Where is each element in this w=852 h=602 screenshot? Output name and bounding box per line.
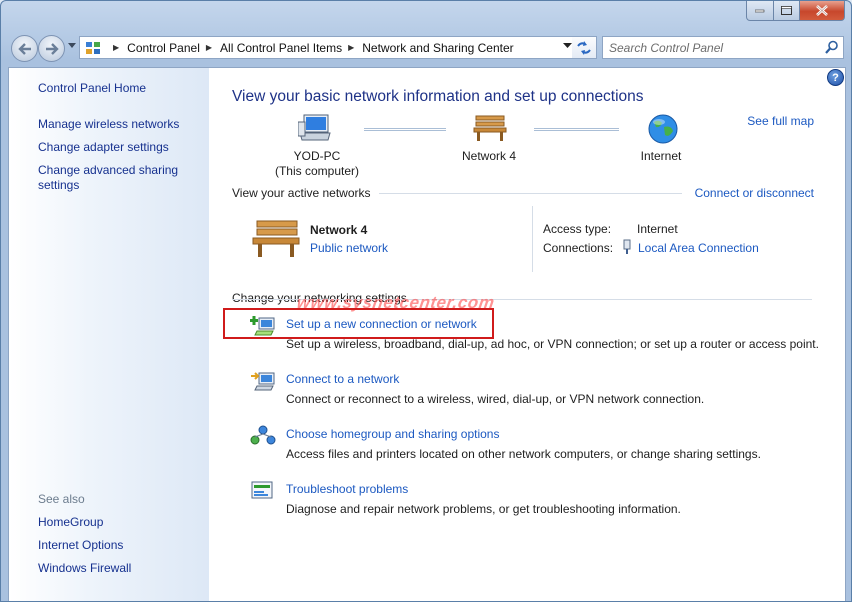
- search-input[interactable]: [603, 39, 816, 56]
- forward-button[interactable]: [38, 35, 65, 62]
- breadcrumb-all-items[interactable]: All Control Panel Items: [220, 41, 342, 55]
- search-box[interactable]: [602, 36, 844, 59]
- maximize-icon: [781, 6, 792, 15]
- minimize-icon: [755, 9, 765, 12]
- computer-icon: [298, 114, 331, 141]
- forward-arrow-icon: [45, 42, 59, 55]
- public-network-link[interactable]: Public network: [310, 241, 388, 255]
- network-bench-icon: [473, 115, 507, 141]
- homegroup-icon: [250, 425, 276, 445]
- see-also-heading: See also: [38, 492, 85, 506]
- refresh-button[interactable]: [572, 36, 597, 59]
- maximize-button[interactable]: [774, 1, 800, 21]
- connect-or-disconnect-link[interactable]: Connect or disconnect: [695, 186, 814, 200]
- homegroup-link[interactable]: HomeGroup: [38, 515, 103, 530]
- troubleshoot-problems-link[interactable]: Troubleshoot problems: [286, 482, 408, 496]
- breadcrumb-separator-icon: ▶: [113, 43, 120, 52]
- change-adapter-settings-link[interactable]: Change adapter settings: [38, 140, 169, 155]
- change-advanced-sharing-link[interactable]: Change advanced sharing settings: [38, 163, 188, 193]
- back-arrow-icon: [17, 42, 31, 55]
- new-connection-icon: [250, 316, 275, 336]
- navigation-bar: ▶ Control Panel ▶ All Control Panel Item…: [9, 34, 844, 62]
- map-connector: [534, 128, 619, 131]
- search-icon[interactable]: [825, 40, 839, 54]
- manage-wireless-networks-link[interactable]: Manage wireless networks: [38, 117, 179, 132]
- address-dropdown-icon[interactable]: [563, 43, 572, 49]
- recent-pages-dropdown-icon[interactable]: [68, 43, 76, 49]
- internet-label: Internet: [640, 149, 682, 163]
- main-pane: ? View your basic network information an…: [209, 68, 845, 601]
- access-type-label: Access type:: [543, 222, 612, 236]
- connect-to-network-link[interactable]: Connect to a network: [286, 372, 399, 386]
- network-name-label: Network 4: [461, 149, 517, 163]
- computer-subtitle: (This computer): [274, 164, 360, 178]
- troubleshoot-problems-description: Diagnose and repair network problems, or…: [286, 502, 681, 516]
- control-panel-home-link[interactable]: Control Panel Home: [38, 81, 146, 96]
- active-networks-heading: View your active networks: [232, 186, 371, 200]
- page-title: View your basic network information and …: [232, 88, 644, 105]
- breadcrumb-network-center[interactable]: Network and Sharing Center: [362, 41, 513, 55]
- close-button[interactable]: [800, 1, 845, 21]
- local-area-connection-link[interactable]: Local Area Connection: [638, 241, 759, 255]
- active-network-bench-icon: [252, 220, 300, 257]
- connections-label: Connections:: [543, 241, 614, 255]
- access-type-value: Internet: [637, 222, 678, 236]
- connect-to-network-description: Connect or reconnect to a wireless, wire…: [286, 392, 705, 406]
- left-pane: Control Panel Home Manage wireless netwo…: [9, 68, 209, 601]
- internet-options-link[interactable]: Internet Options: [38, 538, 123, 553]
- divider: [379, 193, 682, 194]
- homegroup-sharing-link[interactable]: Choose homegroup and sharing options: [286, 427, 499, 441]
- breadcrumb-control-panel[interactable]: Control Panel: [127, 41, 200, 55]
- active-network-name: Network 4: [310, 223, 368, 237]
- close-icon: [816, 5, 828, 16]
- internet-globe-icon: [648, 114, 678, 144]
- minimize-button[interactable]: [746, 1, 774, 21]
- help-button[interactable]: ?: [827, 69, 844, 86]
- windows-firewall-link[interactable]: Windows Firewall: [38, 561, 131, 576]
- window: ▶ Control Panel ▶ All Control Panel Item…: [0, 0, 852, 602]
- see-full-map-link[interactable]: See full map: [747, 114, 814, 128]
- map-connector: [364, 128, 446, 131]
- control-panel-icon: [86, 41, 100, 54]
- back-button[interactable]: [11, 35, 38, 62]
- connect-network-icon: [251, 372, 275, 391]
- breadcrumb-separator-icon: ▶: [348, 43, 355, 52]
- refresh-icon: [577, 40, 591, 55]
- divider: [532, 206, 533, 272]
- breadcrumb-separator-icon: ▶: [205, 43, 213, 52]
- address-bar[interactable]: ▶ Control Panel ▶ All Control Panel Item…: [79, 36, 577, 59]
- computer-name: YOD-PC: [293, 149, 341, 163]
- troubleshoot-icon: [251, 481, 273, 499]
- homegroup-sharing-description: Access files and printers located on oth…: [286, 447, 761, 461]
- setup-new-connection-description: Set up a wireless, broadband, dial-up, a…: [286, 337, 819, 351]
- setup-new-connection-link[interactable]: Set up a new connection or network: [286, 317, 477, 331]
- content-area: Control Panel Home Manage wireless netwo…: [8, 67, 846, 601]
- ethernet-icon: [623, 239, 631, 254]
- caption-buttons: [746, 1, 845, 21]
